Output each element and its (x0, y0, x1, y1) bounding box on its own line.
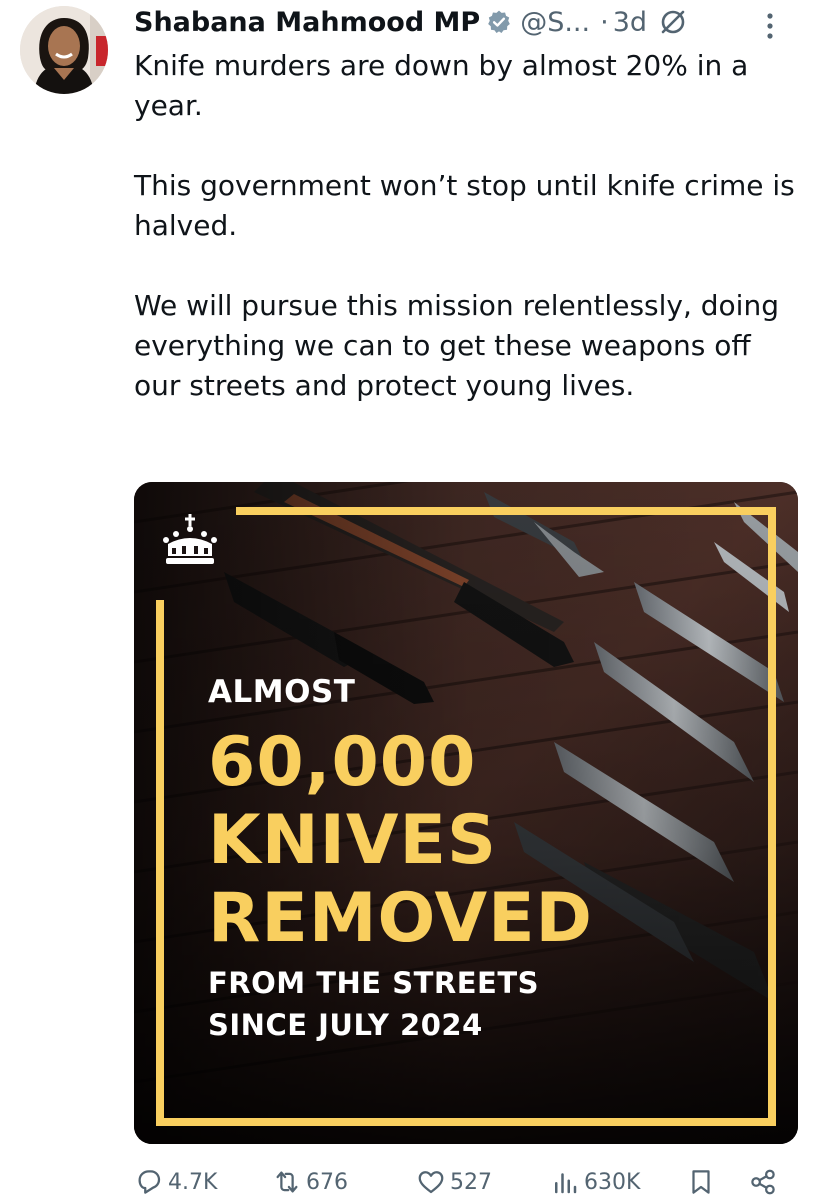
media-headline-knives: KNIVES (208, 801, 497, 880)
author-handle[interactable]: @S... (520, 7, 590, 38)
views-count: 630K (584, 1169, 641, 1195)
avatar[interactable] (20, 6, 108, 94)
more-vertical-icon[interactable] (762, 10, 778, 42)
reply-icon (138, 1170, 161, 1194)
media-subline-date: SINCE JULY 2024 (208, 1008, 483, 1042)
like-count: 527 (450, 1169, 492, 1195)
heart-icon (418, 1171, 444, 1194)
media-subline-streets: FROM THE STREETS (208, 966, 539, 1000)
separator-dot: · (600, 6, 609, 38)
tweet-paragraph: We will pursue this mission relentlessly… (134, 289, 779, 402)
repost-icon (276, 1171, 298, 1193)
bookmark-icon (692, 1170, 710, 1194)
grok-icon[interactable] (659, 8, 687, 36)
media-headline-almost: ALMOST (208, 674, 356, 710)
crown-crest-icon (162, 512, 218, 570)
tweet-media-image[interactable]: ALMOST 60,000 KNIVES REMOVED FROM THE ST… (134, 482, 798, 1144)
like-button[interactable]: 527 (416, 1162, 492, 1202)
media-headline-removed: REMOVED (208, 879, 593, 958)
tweet-action-bar: 4.7K 676 527 630K (134, 1162, 794, 1202)
bookmark-button[interactable] (686, 1162, 720, 1202)
tweet-timestamp[interactable]: 3d (613, 7, 647, 38)
share-icon (751, 1169, 775, 1195)
tweet-header: Shabana Mahmood MP @S... · 3d (134, 2, 814, 42)
author-name[interactable]: Shabana Mahmood MP (134, 7, 480, 38)
repost-button[interactable]: 676 (272, 1162, 348, 1202)
tweet-paragraph: This government won’t stop until knife c… (134, 169, 795, 242)
views-button[interactable]: 630K (550, 1162, 640, 1202)
share-button[interactable] (748, 1162, 782, 1202)
repost-count: 676 (306, 1169, 348, 1195)
verified-badge-icon[interactable] (486, 9, 512, 35)
reply-count: 4.7K (168, 1169, 218, 1195)
media-headline-count: 60,000 (208, 723, 477, 802)
views-bar-chart-icon (555, 1173, 577, 1194)
tweet-text: Knife murders are down by almost 20% in … (134, 46, 799, 406)
reply-button[interactable]: 4.7K (134, 1162, 217, 1202)
tweet-paragraph: Knife murders are down by almost 20% in … (134, 49, 749, 122)
